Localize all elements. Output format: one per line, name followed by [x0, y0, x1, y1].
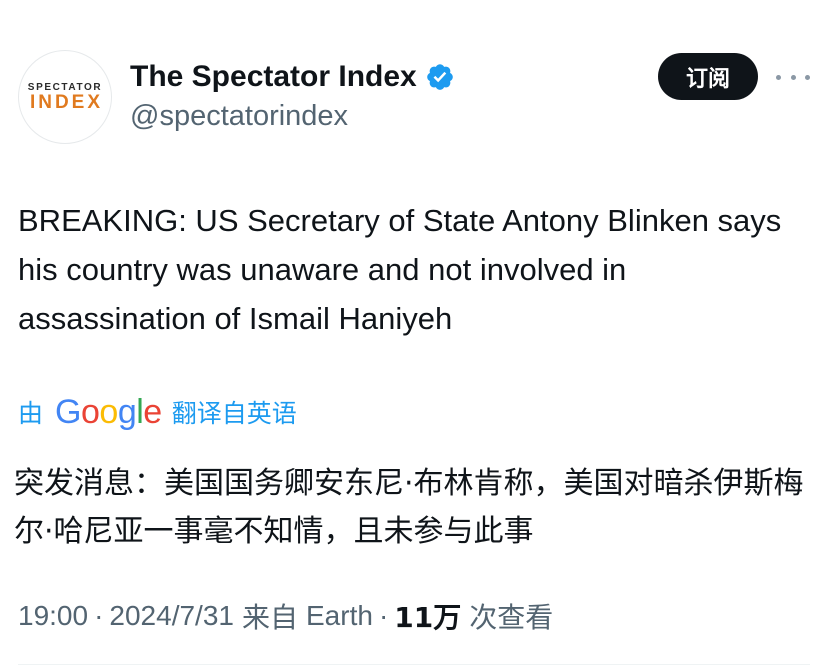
author-name-row: The Spectator Index: [130, 58, 455, 96]
meta-separator: ·: [94, 600, 104, 631]
views-count: 11万: [394, 601, 462, 634]
divider: [18, 664, 810, 665]
source-prefix: 来自: [241, 601, 298, 634]
translation-attribution: 由 Google 翻译自英语: [18, 390, 297, 434]
tweet-text: BREAKING: US Secretary of State Antony B…: [18, 203, 782, 336]
more-dot: [805, 74, 810, 80]
author-handle[interactable]: @spectatorindex: [130, 100, 348, 133]
author-display-name[interactable]: The Spectator Index: [130, 60, 417, 94]
tweet-date[interactable]: 2024/7/31: [109, 600, 234, 632]
avatar-logo-bottom-text: INDEX: [29, 91, 104, 113]
translated-by-label: 由: [18, 399, 44, 428]
avatar[interactable]: SPECTATOR INDEX: [18, 50, 112, 144]
more-dot: [776, 74, 781, 80]
more-horizontal-icon[interactable]: [776, 68, 810, 86]
more-dot: [790, 74, 796, 80]
tweet-time[interactable]: 19:00: [18, 600, 88, 632]
avatar-logo-top-text: SPECTATOR: [27, 81, 103, 93]
tweet-detail: SPECTATOR INDEX The Spectator Index @spe…: [0, 0, 828, 671]
translated-from-english-link[interactable]: 翻译自英语: [172, 394, 297, 430]
views-label: 次查看: [469, 601, 554, 634]
meta-separator: ·: [378, 600, 389, 631]
subscribe-button[interactable]: 订阅: [658, 53, 758, 100]
translated-tweet-text: 突发消息：美国国务卿安东尼·布林肯称，美国对暗杀伊斯梅尔·哈尼亚一事毫不知情，且…: [14, 466, 804, 549]
tweet-metadata: 19:00 · 2024/7/31 来自 Earth · 11万 次查看: [18, 596, 553, 636]
verified-badge-icon: [425, 62, 455, 92]
google-logo: Google: [55, 393, 162, 431]
tweet-source: Earth: [306, 600, 373, 631]
